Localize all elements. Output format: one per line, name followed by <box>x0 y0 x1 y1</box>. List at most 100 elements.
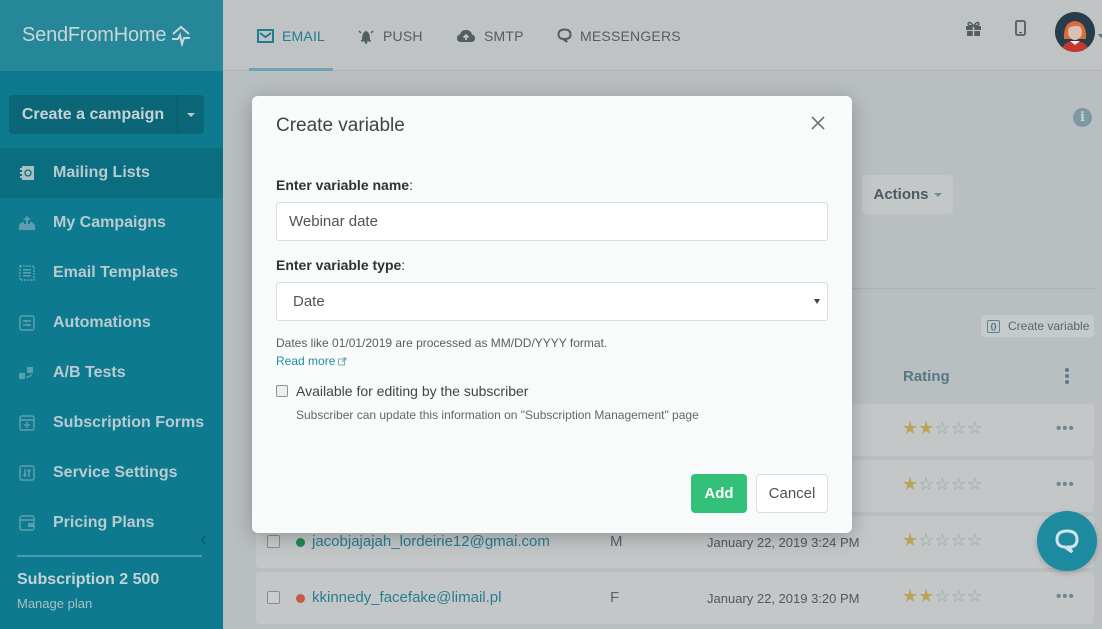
caret-down-icon <box>814 299 820 304</box>
subscriber-date: January 22, 2019 3:20 PM <box>707 591 860 606</box>
star-empty-icon[interactable]: ☆ <box>967 586 983 607</box>
pulse-house-icon <box>172 25 191 47</box>
row-checkbox[interactable] <box>267 535 280 548</box>
star-empty-icon[interactable]: ☆ <box>967 530 983 551</box>
user-avatar[interactable] <box>1055 12 1095 52</box>
star-empty-icon[interactable]: ☆ <box>934 530 950 551</box>
star-empty-icon[interactable]: ☆ <box>967 474 983 495</box>
row-more-options-icon[interactable]: ••• <box>1056 420 1075 437</box>
section-divider <box>852 288 1096 289</box>
rating-stars[interactable]: ★☆☆☆☆ <box>902 474 983 495</box>
table-row[interactable]: kkinnedy_facefake@limail.pl F January 22, … <box>256 572 1094 624</box>
star-filled-icon[interactable]: ★ <box>902 418 918 439</box>
subscriber-gender: F <box>610 589 620 606</box>
subscription-title: Subscription 2 500 <box>17 571 160 588</box>
sidebar-item-email-templates[interactable]: Email Templates <box>0 248 223 298</box>
star-filled-icon[interactable]: ★ <box>902 474 918 495</box>
sidebar-item-service-settings[interactable]: Service Settings <box>0 448 223 498</box>
sidebar-item-ab-tests[interactable]: A/B Tests <box>0 348 223 398</box>
star-filled-icon[interactable]: ★ <box>918 418 934 439</box>
avatar-dropdown-caret[interactable] <box>1098 34 1102 38</box>
star-empty-icon[interactable]: ☆ <box>950 474 966 495</box>
variable-type-select[interactable]: Date <box>276 282 828 321</box>
create-variable-modal: Create variable Enter variable name: Ent… <box>252 96 852 533</box>
rating-stars[interactable]: ★★☆☆☆ <box>902 586 983 607</box>
star-empty-icon[interactable]: ☆ <box>950 586 966 607</box>
logo[interactable]: SendFromHome <box>22 24 192 47</box>
tab-push[interactable]: PUSH <box>357 0 423 71</box>
gift-icon[interactable] <box>965 20 982 42</box>
read-more-link[interactable]: Read more <box>276 354 347 368</box>
send-tray-icon <box>18 214 36 232</box>
tab-label: PUSH <box>383 27 423 44</box>
star-filled-icon[interactable]: ★ <box>902 530 918 551</box>
star-filled-icon[interactable]: ★ <box>918 586 934 607</box>
tab-smtp[interactable]: SMTP <box>456 0 524 71</box>
rating-stars[interactable]: ★★☆☆☆ <box>902 418 983 439</box>
star-empty-icon[interactable]: ☆ <box>934 474 950 495</box>
create-variable-button[interactable]: {} Create variable <box>981 315 1094 337</box>
close-icon[interactable] <box>809 114 827 132</box>
subscriber-date: January 22, 2019 3:24 PM <box>707 535 860 550</box>
row-more-options-icon[interactable]: ••• <box>1056 588 1075 605</box>
status-dot <box>296 594 305 603</box>
editable-by-subscriber-checkbox[interactable] <box>276 385 288 397</box>
mobile-phone-icon[interactable] <box>1015 20 1026 41</box>
sidebar-item-mailing-lists[interactable]: Mailing Lists <box>0 148 223 198</box>
create-campaign-group: Create a campaign <box>9 95 204 134</box>
variable-type-label-text: Enter variable type <box>276 257 402 273</box>
modal-title: Create variable <box>276 115 405 136</box>
star-empty-icon[interactable]: ☆ <box>918 474 934 495</box>
star-filled-icon[interactable]: ★ <box>902 586 918 607</box>
sidebar-nav: Mailing Lists My Campaigns Email Templat… <box>0 148 223 548</box>
row-checkbox[interactable] <box>267 591 280 604</box>
variable-name-input[interactable] <box>276 202 828 241</box>
actions-dropdown-button[interactable]: Actions <box>862 175 953 214</box>
chat-widget-button[interactable] <box>1037 511 1097 571</box>
sidebar-item-label: My Campaigns <box>53 214 166 231</box>
subscriber-email[interactable]: jacobjajajah_lordeirie12@gmai.com <box>312 533 550 550</box>
row-more-options-icon[interactable]: ••• <box>1056 476 1075 493</box>
logo-text: SendFromHome <box>22 24 167 46</box>
manage-plan-link[interactable]: Manage plan <box>17 596 92 611</box>
status-dot <box>296 538 305 547</box>
star-empty-icon[interactable]: ☆ <box>918 530 934 551</box>
star-empty-icon[interactable]: ☆ <box>934 418 950 439</box>
star-empty-icon[interactable]: ☆ <box>967 418 983 439</box>
add-button[interactable]: Add <box>691 474 747 513</box>
star-empty-icon[interactable]: ☆ <box>950 530 966 551</box>
logo-bar: SendFromHome <box>0 0 223 71</box>
editable-by-subscriber-label[interactable]: Available for editing by the subscriber <box>296 383 528 399</box>
sidebar-item-pricing-plans[interactable]: Pricing Plans <box>0 498 223 548</box>
sidebar-item-my-campaigns[interactable]: My Campaigns <box>0 198 223 248</box>
cancel-button[interactable]: Cancel <box>756 474 828 513</box>
info-icon[interactable]: i <box>1073 108 1092 127</box>
chat-bubble-icon <box>1055 529 1079 554</box>
tab-email[interactable]: EMAIL <box>248 0 334 71</box>
tab-label: MESSENGERS <box>580 27 681 44</box>
create-variable-label: Create variable <box>1008 319 1090 333</box>
template-icon <box>18 264 36 282</box>
braces-icon: {} <box>987 319 1000 333</box>
external-link-icon <box>338 357 347 365</box>
create-campaign-dropdown-toggle[interactable] <box>178 95 204 134</box>
star-empty-icon[interactable]: ☆ <box>950 418 966 439</box>
tab-messengers[interactable]: MESSENGERS <box>557 0 681 71</box>
create-campaign-button[interactable]: Create a campaign <box>9 95 178 134</box>
subscriber-email[interactable]: kkinnedy_facefake@limail.pl <box>312 589 502 606</box>
sidebar-item-label: Automations <box>53 314 151 331</box>
sliders-icon <box>18 464 36 482</box>
variable-type-label: Enter variable type: <box>276 257 406 273</box>
star-empty-icon[interactable]: ☆ <box>934 586 950 607</box>
variable-name-label-text: Enter variable name <box>276 177 410 193</box>
collapse-sidebar-chevron-left-icon[interactable]: ‹ <box>200 526 207 552</box>
sidebar-item-label: Service Settings <box>53 464 178 481</box>
cloud-upload-icon <box>456 28 476 43</box>
sidebar-item-subscription-forms[interactable]: Subscription Forms <box>0 398 223 448</box>
caret-down-icon <box>933 192 942 197</box>
column-options-kebab-icon[interactable] <box>1064 368 1070 386</box>
sidebar-item-automations[interactable]: Automations <box>0 298 223 348</box>
rating-stars[interactable]: ★☆☆☆☆ <box>902 530 983 551</box>
rating-column-header[interactable]: Rating <box>903 368 950 385</box>
sidebar: SendFromHome Create a campaign Mailing L… <box>0 0 223 629</box>
